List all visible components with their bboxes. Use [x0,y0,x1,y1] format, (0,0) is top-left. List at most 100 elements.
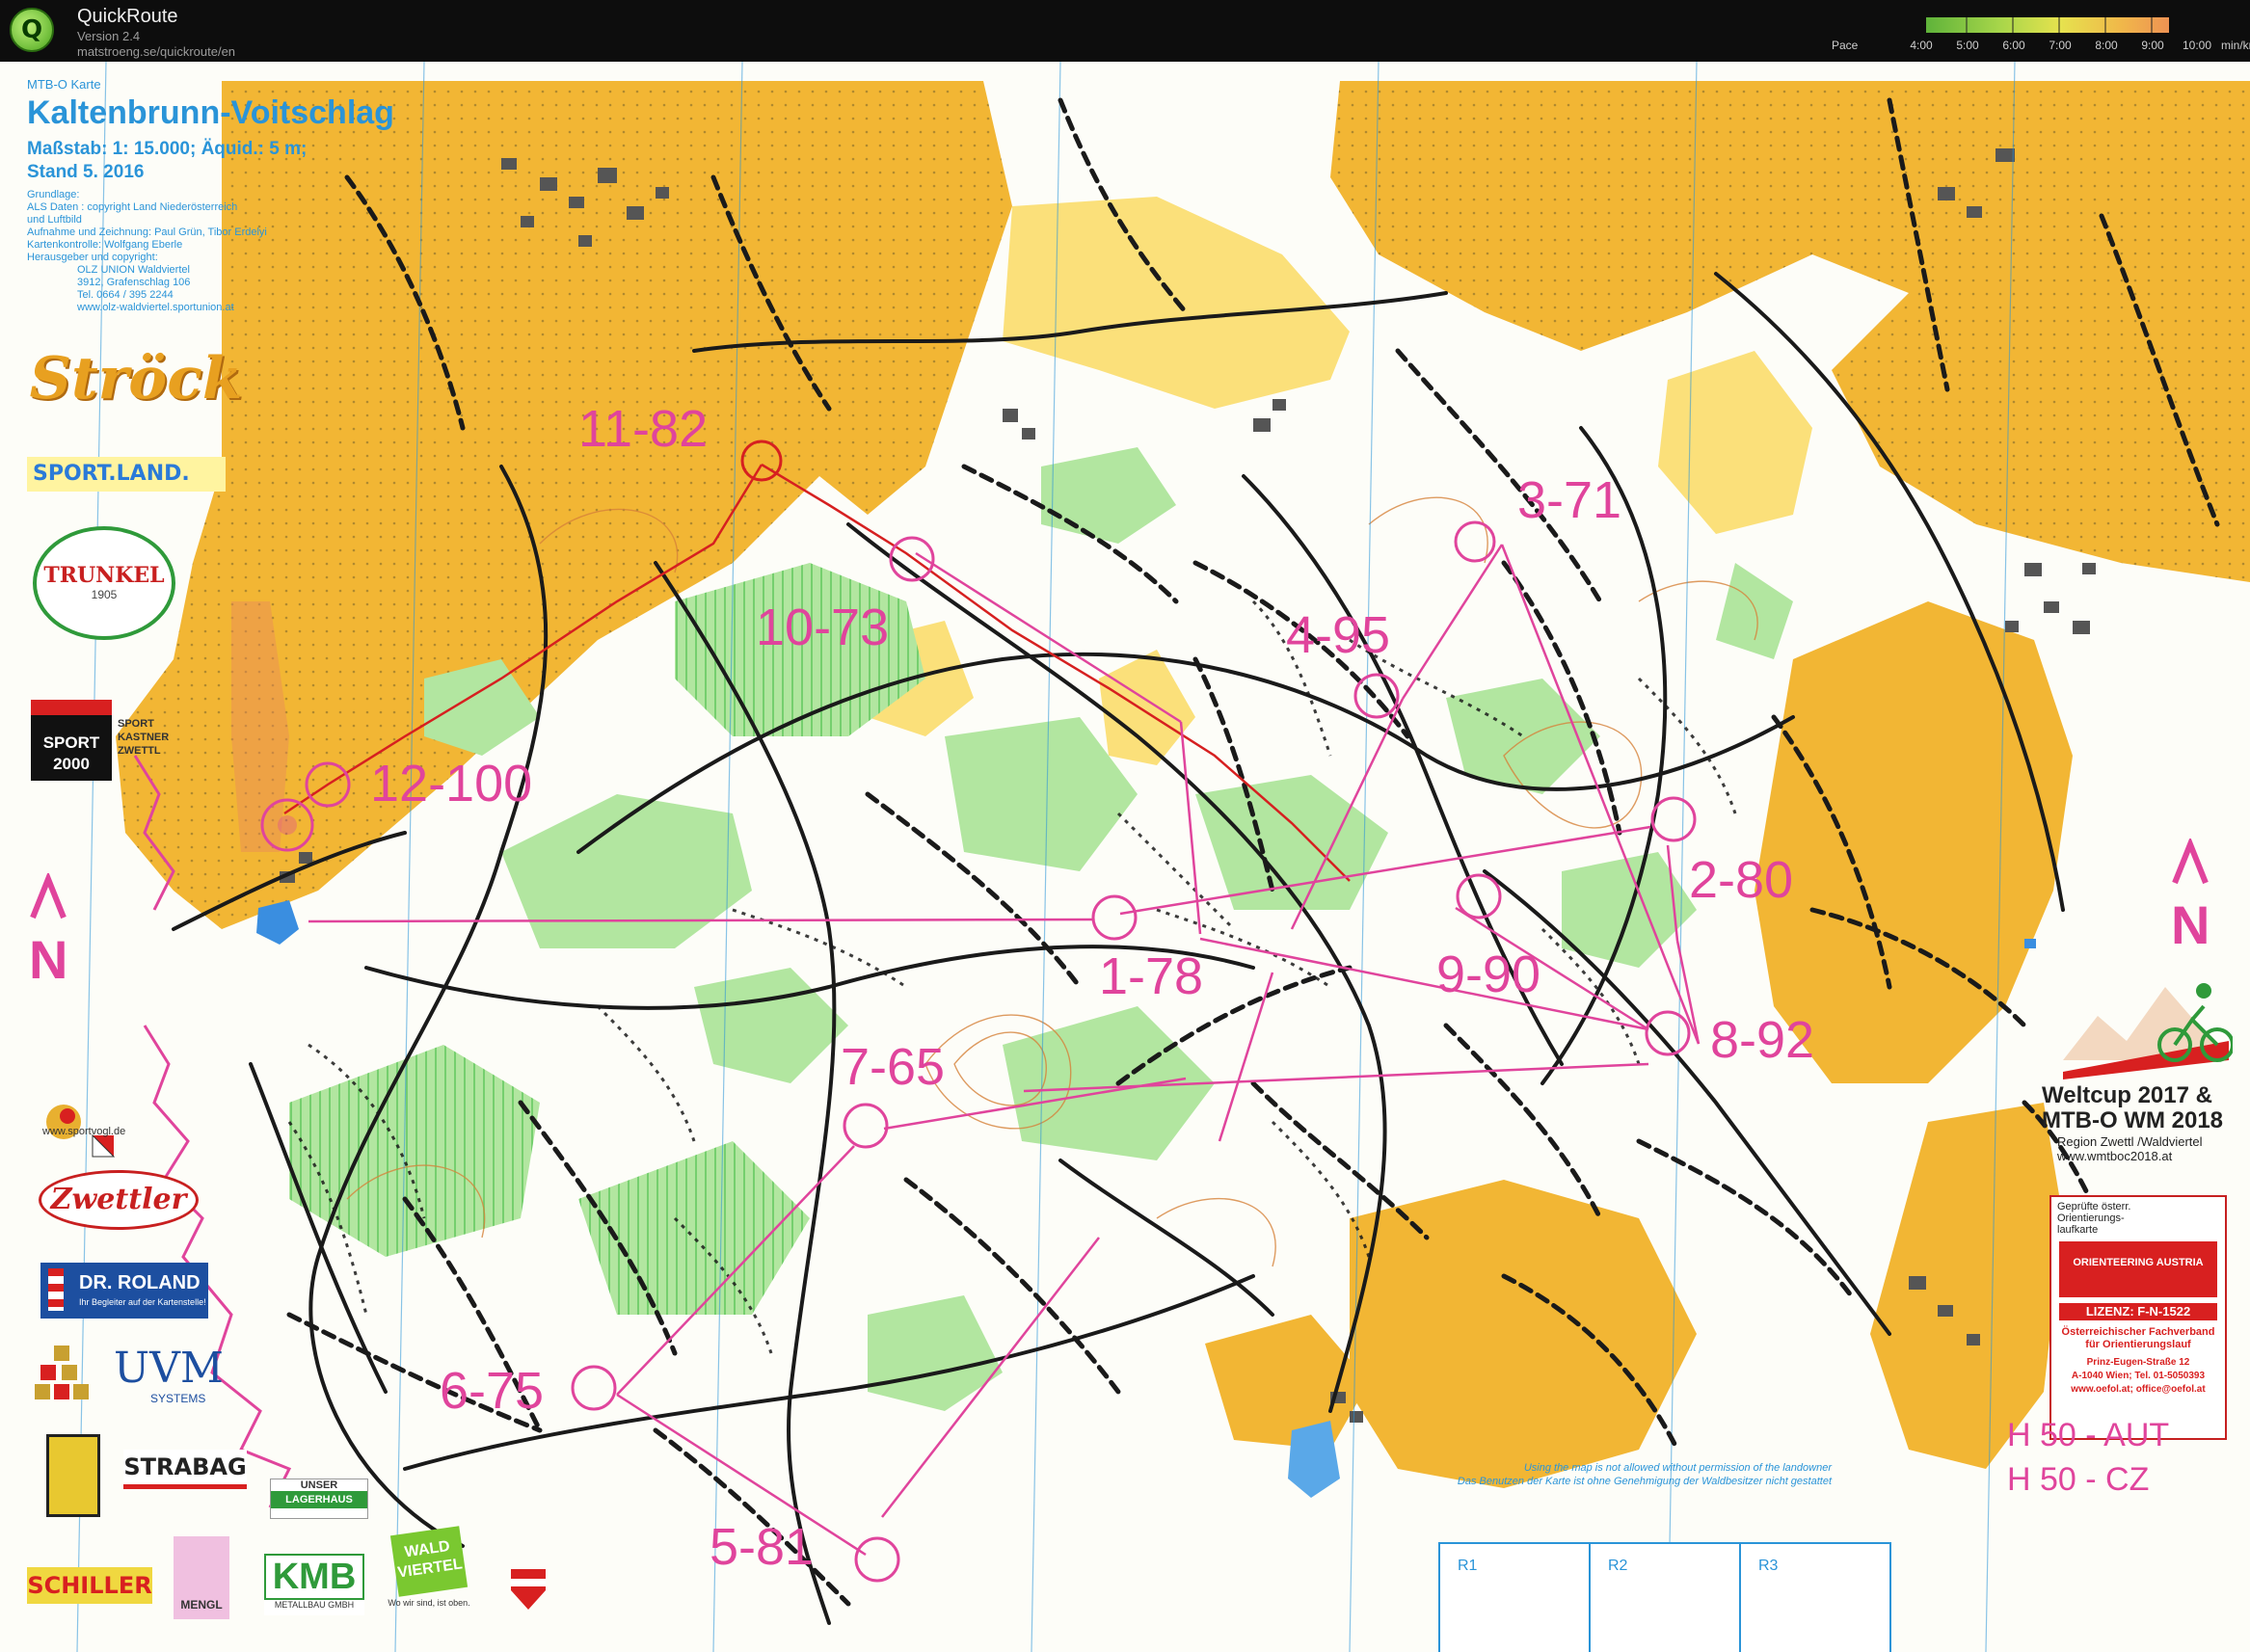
result-box-r3: R3 [1739,1542,1891,1652]
result-box-r1: R1 [1438,1542,1591,1652]
waldviertel-logo: WALD VIERTEL Wo wir sind, ist oben. [388,1526,470,1617]
control-label: 12-100 [370,755,533,813]
pace-tick: 5:00 [1956,39,1979,52]
map-canvas [0,62,2250,1652]
license-badge: ORIENTEERING AUSTRIA [2073,1257,2204,1268]
wiener-logo [46,1434,100,1517]
event-sub: Region Zwettl /Waldviertel www.wmtboc201… [2057,1134,2203,1163]
map-stand: Stand 5. 2016 [27,162,145,182]
control-label: 3-71 [1517,471,1622,529]
notice-line: Using the map is not allowed without per… [1523,1462,1832,1474]
drroland-logo: DR. ROLAND Ihr Begleiter auf der Kartens… [40,1263,208,1319]
map-scale: Maßstab: 1: 15.000; Äquid.: 5 m; [27,139,308,159]
austria-map-icon [2059,1241,2217,1297]
license-org: Österreichischer Fachverband für Orienti… [2061,1326,2215,1350]
pace-tick: 8:00 [2095,39,2118,52]
result-box-r2: R2 [1589,1542,1741,1652]
pace-tick: 7:00 [2049,39,2072,52]
map-name: Kaltenbrunn-Voitschlag [27,94,394,131]
zwettler-logo: Zwettler [39,1170,199,1230]
bundesheer-logo [507,1565,549,1613]
trunkel-name: TRUNKEL [43,563,165,588]
control-label: 1-78 [1099,947,1204,1005]
drroland-sub: Ihr Begleiter auf der Kartenstelle! [79,1297,206,1307]
control-label: 6-75 [440,1362,545,1420]
pace-color-bar [1926,17,2169,33]
stroeck-logo: Ströck [29,345,243,413]
strabag-logo: STRABAG [123,1450,247,1489]
orienteering-map[interactable]: MTB-O Karte Kaltenbrunn-Voitschlag Maßst… [0,62,2250,1652]
uvm-sub: SYSTEMS [150,1392,206,1405]
license-number: LIZENZ: F-N-1522 [2059,1303,2217,1320]
credit-line: Kartenkontrolle: Wolfgang Eberle [27,239,183,251]
event-region: Region Zwettl /Waldviertel [2057,1134,2203,1149]
result-box-label: R1 [1458,1558,1478,1574]
pace-label: Pace [1832,39,1859,52]
credit-line: 3912, Grafenschlag 106 [77,277,191,288]
result-box-label: R3 [1758,1558,1779,1574]
control-label: 7-65 [841,1038,946,1096]
kmb-sub: METALLBAU GMBH [274,1600,355,1610]
trunkel-logo: TRUNKEL 1905 [33,526,175,640]
control-label: 10-73 [756,599,890,656]
kmb-name: KMB [264,1554,364,1600]
app-titlebar: Q QuickRoute Version 2.4 matstroeng.se/q… [0,0,2250,62]
license-web: www.oefol.at; office@oefol.at [2071,1384,2206,1395]
license-box: Geprüfte österr. Orientierungs-laufkarte… [2049,1195,2227,1440]
sport2000-name: SPORT 2000 [42,733,100,773]
sportvogl-url: www.sportvogl.de [42,1126,126,1137]
north-label: N [29,929,68,990]
map-type-label: MTB-O Karte [27,77,101,92]
uvm-name: UVM [114,1344,224,1393]
north-arrow-left: N [29,873,67,1008]
credit-line: Herausgeber und copyright: [27,252,158,263]
mengl-logo: MENGL [174,1536,229,1619]
quickroute-logo-icon: Q [10,8,54,52]
sport2000-logo: SPORT 2000 [31,700,112,781]
event-url: www.wmtboc2018.at [2057,1149,2173,1163]
event-title-line1: Weltcup 2017 & [2042,1082,2212,1108]
credit-line: OLZ UNION Waldviertel [77,264,190,276]
schiller-logo: SCHILLER [27,1567,152,1604]
sportland-logo: SPORT.LAND. [27,457,226,492]
control-label: 4-95 [1286,606,1391,664]
app-url[interactable]: matstroeng.se/quickroute/en [77,44,235,59]
app-version: Version 2.4 [77,29,141,43]
result-box-label: R2 [1608,1558,1628,1574]
event-title-line2: MTB-O WM 2018 [2042,1107,2224,1133]
map-credits: Grundlage: ALS Daten : copyright Land Ni… [27,189,267,314]
pace-tick: 6:00 [2002,39,2025,52]
credit-line: ALS Daten : copyright Land Niederösterre… [27,201,238,213]
uvm-logo: UVM SYSTEMS [35,1340,228,1407]
event-title: Weltcup 2017 & MTB-O WM 2018 [2042,1083,2223,1133]
control-label: 9-90 [1436,946,1541,1003]
credit-line: Tel. 0664 / 395 2244 [77,289,174,301]
credit-line: www.olz-waldviertel.sportunion.at [77,302,234,313]
wmtboc-logo [2059,948,2233,1079]
mengl-name: MENGL [180,1598,223,1612]
pace-tick: 10:00 [2182,39,2212,52]
lagerhaus-logo: UNSER LAGERHAUS [270,1479,368,1519]
control-label: 8-92 [1710,1011,1815,1069]
license-top: Geprüfte österr. Orientierungs-laufkarte [2057,1201,2131,1236]
lagerhaus-top: UNSER [300,1479,338,1491]
credit-line: Aufnahme und Zeichnung: Paul Grün, Tibor… [27,226,267,238]
category-label: H 50 - CZ [2007,1461,2150,1498]
trunkel-year: 1905 [91,588,118,601]
pace-tick: 4:00 [1910,39,1933,52]
app-name: QuickRoute [77,6,178,27]
notice-line: Das Benutzen der Karte ist ohne Genehmig… [1457,1476,1832,1487]
kmb-logo: KMB METALLBAU GMBH [264,1554,364,1615]
landowner-notice: Using the map is not allowed without per… [1330,1461,1832,1488]
lagerhaus-name: LAGERHAUS [271,1491,367,1508]
waldviertel-sub: Wo wir sind, ist oben. [388,1598,470,1608]
control-label: 11-82 [578,400,709,458]
waldviertel-name: WALD VIERTEL [389,1526,469,1597]
control-label: 2-80 [1689,851,1794,909]
credit-line: Grundlage: [27,189,80,200]
license-city: A-1040 Wien; Tel. 01-5050393 [2071,1371,2206,1381]
pace-tick: 9:00 [2141,39,2164,52]
control-label: 5-81 [710,1518,815,1576]
sport2000-side-text: SPORT KASTNER ZWETTL [118,718,170,757]
pace-legend: Pace 4:00 5:00 6:00 7:00 8:00 9:00 10:00… [1832,13,2250,52]
